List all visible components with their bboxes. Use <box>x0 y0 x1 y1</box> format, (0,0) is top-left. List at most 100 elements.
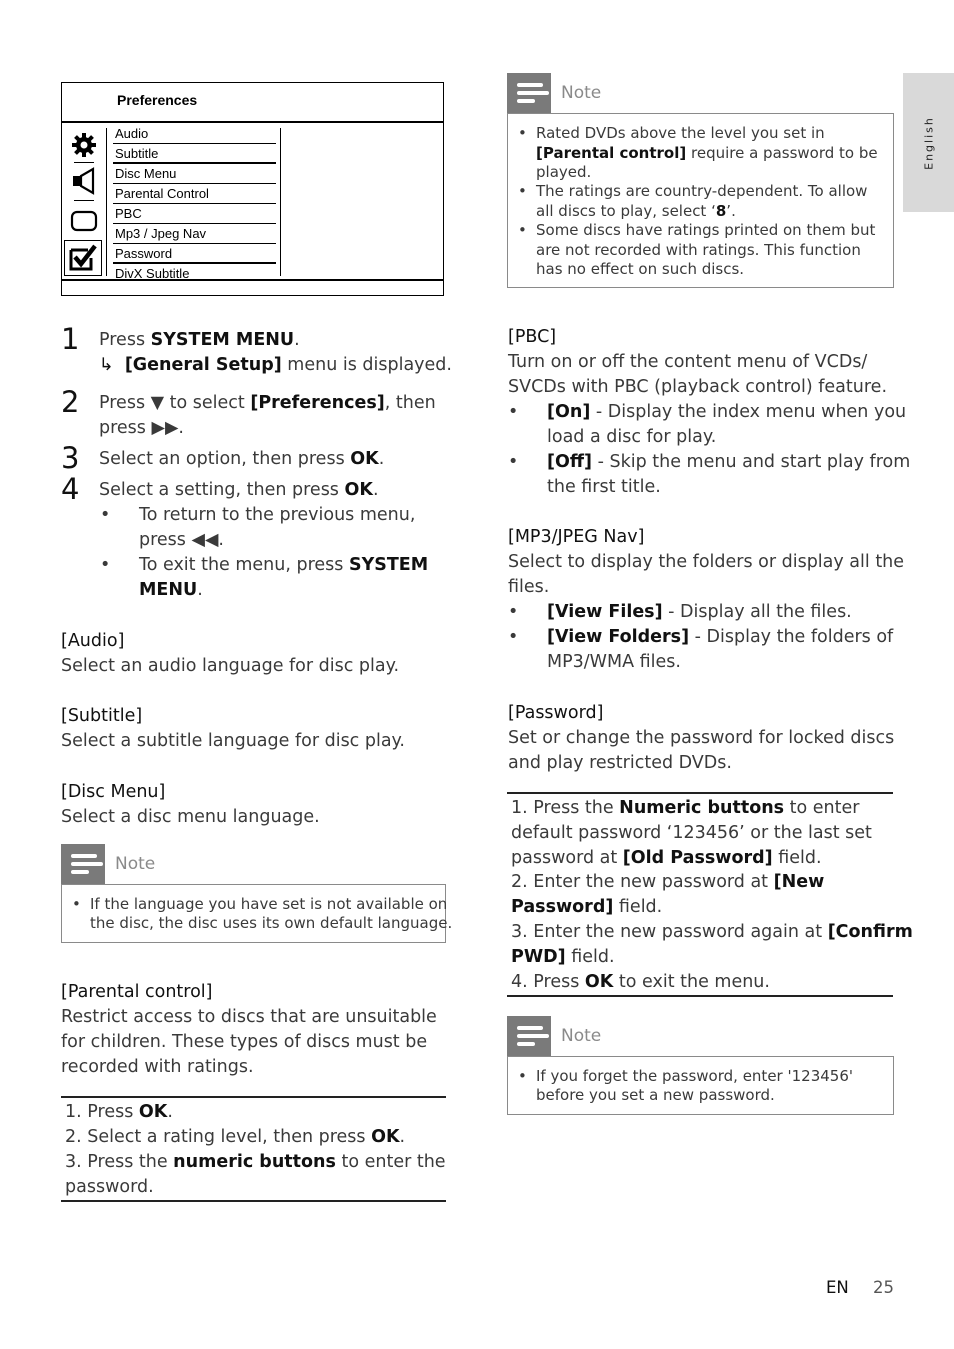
preferences-menu-screenshot: Preferences Audio Subtitle Disc Menu Par… <box>61 82 444 296</box>
divider <box>74 200 94 201</box>
key-label: SYSTEM MENU <box>150 330 295 350</box>
note-box: • Rated DVDs above the level you set in … <box>507 113 894 288</box>
procedure-step: password at [Old Password] field. <box>511 848 822 868</box>
step-text: press ▶▶. <box>99 418 184 438</box>
bullet-icon: • <box>518 182 527 200</box>
section-title-parental-control: [Parental control] <box>61 982 213 1002</box>
step-number: 1 <box>61 322 80 356</box>
step-text: . <box>372 480 379 500</box>
step-number: 3 <box>61 441 80 475</box>
note-label: Note <box>115 854 156 874</box>
note-text: before you set a new password. <box>536 1086 775 1104</box>
gear-icon <box>70 131 98 159</box>
step-text: Select a setting, then press <box>99 480 345 500</box>
key-label: MENU <box>139 580 198 600</box>
section-body-pbc: Turn on or off the content menu of VCDs/… <box>508 350 887 400</box>
speaker-icon <box>70 167 98 195</box>
step-text: , then <box>384 393 436 413</box>
step-text: Press <box>99 330 151 350</box>
body-line: for children. These types of discs must … <box>61 1032 428 1052</box>
menu-item-subtitle: Subtitle <box>113 144 276 164</box>
section-body-password: Set or change the password for locked di… <box>508 726 894 776</box>
procedure-step: Password] field. <box>511 897 663 917</box>
checkbox-icon <box>64 240 102 276</box>
footer-language: EN <box>826 1278 849 1297</box>
body-line: SVCDs with PBC (playback control) featur… <box>508 377 888 397</box>
section-title-pbc: [PBC] <box>508 327 557 347</box>
body-line: recorded with ratings. <box>61 1057 254 1077</box>
menu-item-password: Password <box>113 244 276 264</box>
procedure-step: 1. Press the Numeric buttons to enter <box>511 798 860 818</box>
divider <box>74 162 94 163</box>
menu-label: [Preferences] <box>250 393 385 413</box>
bullet-icon: • <box>508 452 519 472</box>
note-icon <box>507 1016 551 1056</box>
key-label: OK <box>344 480 373 500</box>
procedure-step: 4. Press OK to exit the menu. <box>511 972 770 992</box>
section-body-mp3-jpeg-nav: Select to display the folders or display… <box>508 550 904 600</box>
step-text: menu is displayed. <box>281 355 452 375</box>
bullet-icon: • <box>508 402 519 422</box>
bullet-text: press ◀◀. <box>139 530 224 550</box>
note-label: Note <box>561 83 602 103</box>
section-title-password: [Password] <box>508 703 604 723</box>
bullet-icon: • <box>518 1067 527 1085</box>
note-label: Note <box>561 1026 602 1046</box>
step-text: Select an option, then press <box>99 449 351 469</box>
note-box: • If you forget the password, enter '123… <box>507 1056 894 1115</box>
body-line: and play restricted DVDs. <box>508 753 732 773</box>
step-number: 2 <box>61 385 80 419</box>
preferences-menu-list: Audio Subtitle Disc Menu Parental Contro… <box>113 124 276 283</box>
divider <box>62 121 443 123</box>
bullet-icon: • <box>100 505 111 525</box>
menu-item-parental-control: Parental Control <box>113 184 276 204</box>
note-parental-control: Note • Rated DVDs above the level you se… <box>507 73 894 288</box>
language-tab: English <box>903 73 954 212</box>
section-body-disc-menu: Select a disc menu language. <box>61 807 320 827</box>
section-body-subtitle: Select a subtitle language for disc play… <box>61 731 405 751</box>
bullet-text: To return to the previous menu, <box>139 505 416 525</box>
note-text: If you forget the password, enter '12345… <box>536 1067 853 1085</box>
procedure-step: 3. Press the numeric buttons to enter th… <box>65 1152 446 1172</box>
note-text: If the language you have set is not avai… <box>90 895 448 913</box>
step-number: 4 <box>61 472 80 506</box>
preferences-menu-title: Preferences <box>117 92 198 108</box>
divider <box>106 128 107 276</box>
step-text: . <box>294 330 300 350</box>
procedure-step: 2. Enter the new password at [New <box>511 872 825 892</box>
bullet-icon: • <box>508 602 519 622</box>
bullet-icon: • <box>100 555 111 575</box>
procedure-step: default password ‘123456’ or the last se… <box>511 823 872 843</box>
procedure-step: 3. Enter the new password again at [Conf… <box>511 922 913 942</box>
body-line: Select to display the folders or display… <box>508 552 905 572</box>
menu-item-disc-menu: Disc Menu <box>113 164 276 184</box>
page-number: 25 <box>873 1278 894 1297</box>
note-password: Note • If you forget the password, enter… <box>507 1016 894 1115</box>
key-label: OK <box>350 449 379 469</box>
section-body-parental-control: Restrict access to discs that are unsuit… <box>61 1005 437 1080</box>
language-tab-label: English <box>922 115 935 170</box>
menu-item-audio: Audio <box>113 124 276 144</box>
section-title-audio: [Audio] <box>61 631 125 651</box>
step-text: . <box>378 449 385 469</box>
body-line: Set or change the password for locked di… <box>508 728 895 748</box>
procedure-step: 1. Press OK. <box>65 1102 173 1122</box>
divider <box>62 279 443 281</box>
display-icon <box>70 207 98 235</box>
bullet-icon: • <box>508 627 519 647</box>
note-box: • If the language you have set is not av… <box>61 884 452 943</box>
note-icon <box>507 73 551 113</box>
body-line: files. <box>508 577 550 597</box>
menu-item-mp3-jpeg-nav: Mp3 / Jpeg Nav <box>113 224 276 244</box>
bullet-icon: • <box>518 124 527 142</box>
note-icon <box>61 844 105 884</box>
bullet-text: . <box>197 580 203 600</box>
section-title-disc-menu: [Disc Menu] <box>61 782 166 802</box>
step-text: Press ▼ to select <box>99 393 251 413</box>
procedure-step: password. <box>65 1177 154 1197</box>
body-line: Turn on or off the content menu of VCDs/ <box>508 352 868 372</box>
procedure-step: 2. Select a rating level, then press OK. <box>65 1127 406 1147</box>
section-body-audio: Select an audio language for disc play. <box>61 656 400 676</box>
result-arrow-icon: ↳ <box>99 355 114 375</box>
divider <box>280 128 281 276</box>
